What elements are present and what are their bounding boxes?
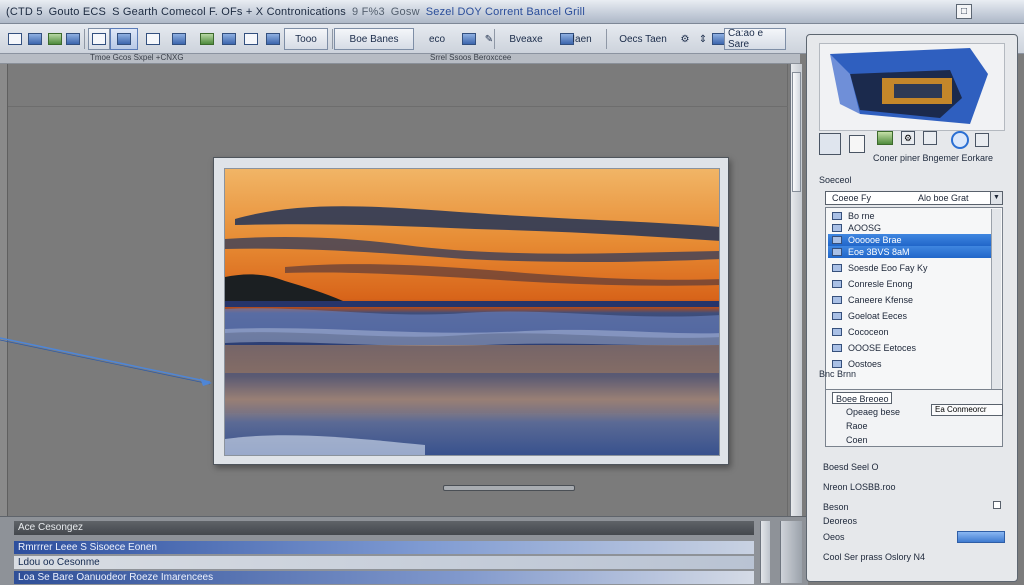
meta-label: Nreon LOSBB.roo	[823, 482, 896, 492]
toolbar-button[interactable]: Boe Banes	[334, 28, 414, 50]
panel-circle-icon[interactable]	[951, 131, 969, 149]
mask-tool-icon[interactable]	[262, 28, 284, 50]
list-item[interactable]: AOOSG	[828, 222, 992, 234]
history-row[interactable]: Loa Se Bare Oanuodeor Roeze Imarencees	[14, 571, 754, 584]
preset-dropdown-right: Alo boe Grat	[918, 193, 969, 203]
option-item[interactable]: Raoe	[846, 420, 868, 432]
history-row[interactable]: Rmrrrer Leee S Sisoece Eonen	[14, 541, 754, 554]
title-segment: S Gearth Comecol F. OFs + X Contronicati…	[112, 5, 346, 18]
toolbar-button[interactable]: eco	[420, 28, 454, 50]
preset-dropdown[interactable]: Coeoe Fy Alo boe Grat ▼	[825, 191, 1003, 205]
list-item[interactable]: Soesde Eoo Fay Ky	[828, 262, 992, 274]
restore-window-button[interactable]: □	[956, 4, 972, 19]
pointer-arrow	[0, 337, 212, 386]
list-item[interactable]: Bo rne	[828, 210, 992, 222]
panel-image-icon[interactable]	[877, 131, 893, 145]
history-row[interactable]: Ldou oo Cesonme	[14, 556, 754, 569]
preset-dropdown-value: Coeoe Fy	[832, 193, 872, 203]
meta-label: Deoreos	[823, 516, 858, 526]
strip-label: Tmoe Gcos Sxpel +CNXG	[90, 53, 184, 62]
toolbar-button[interactable]: Ca:ao e Sare	[724, 28, 786, 50]
history-panel: Ace Cesongez Rmrrrer Leee S Sisoece Eone…	[0, 516, 808, 585]
grid-tool-icon[interactable]	[4, 28, 26, 50]
footer-label: Oeos	[823, 532, 845, 542]
value-input[interactable]: Ea Conmeorcr	[931, 404, 1003, 416]
title-segment: Sezel DOY Corrent Bancel Grill	[425, 5, 585, 18]
toolbar-button[interactable]: Bveaxe	[498, 28, 554, 50]
list-item[interactable]: Caneere Kfense	[828, 294, 992, 306]
title-bar: (CTD 5 Gouto ECS S Gearth Comecol F. OFs…	[0, 0, 1024, 24]
option-item[interactable]: Opeaeg bese	[846, 406, 900, 418]
title-segment: Gosw	[390, 5, 420, 18]
list-item[interactable]: Oooooe Brae	[828, 234, 992, 246]
footer-text: Cool Ser prass Oslory N4	[823, 552, 926, 562]
panel-splitter[interactable]	[780, 521, 802, 583]
option-item[interactable]: Coen	[846, 434, 868, 446]
zoom-slider[interactable]	[443, 485, 575, 491]
lasso-tool-icon[interactable]	[142, 28, 164, 50]
panel-settings-icon[interactable]: ⚙	[901, 131, 915, 145]
paint-tool-icon[interactable]	[458, 28, 480, 50]
meta-label: Beson	[823, 502, 849, 512]
canvas-vertical-scrollbar[interactable]	[790, 64, 802, 516]
frame-tool-icon[interactable]	[88, 28, 110, 50]
list-scrollbar[interactable]	[991, 209, 1001, 401]
strip-label: Srrel Ssoos Beroxccee	[430, 53, 512, 62]
toolbar-button[interactable]: Tooo	[284, 28, 328, 50]
title-segment: (CTD 5	[6, 5, 43, 18]
picture-tool-icon[interactable]	[168, 28, 190, 50]
list-item[interactable]: Conresle Enong	[828, 278, 992, 290]
list-item[interactable]: Goeloat Eeces	[828, 310, 992, 322]
crop-tool-icon[interactable]	[24, 28, 46, 50]
sunset-photo[interactable]	[224, 168, 720, 456]
select-tool-icon[interactable]	[110, 28, 138, 50]
image-tool-icon[interactable]	[62, 28, 84, 50]
meta-label: Boesd Seel O	[823, 462, 879, 472]
section-title: Soeceol	[819, 175, 852, 185]
navigator-preview[interactable]	[819, 43, 1005, 131]
canvas-guide	[8, 106, 788, 107]
photo-editor-window: (CTD 5 Gouto ECS S Gearth Comecol F. OFs…	[0, 0, 1024, 585]
list-item[interactable]: OOOSE Eetoces	[828, 342, 992, 354]
histogram-tool-icon[interactable]	[240, 28, 262, 50]
left-ruler	[0, 64, 8, 516]
image-frame[interactable]	[213, 157, 729, 465]
brush-tool-icon[interactable]: ✎	[478, 28, 500, 50]
panel-monitor-icon[interactable]	[819, 133, 841, 155]
option-checkbox[interactable]	[993, 501, 1001, 509]
title-segment: 9 F%3	[352, 5, 385, 18]
scrollbar-thumb[interactable]	[792, 72, 801, 192]
history-scrollbar[interactable]	[760, 521, 770, 583]
list-item[interactable]: Eoe 3BVS 8aM	[828, 246, 992, 258]
history-header: Ace Cesongez	[14, 521, 754, 535]
levels-tool-icon[interactable]	[196, 28, 218, 50]
apply-button[interactable]	[957, 531, 1005, 543]
title-segment: Gouto ECS	[48, 5, 107, 18]
list-item[interactable]: Cococeon	[828, 326, 992, 338]
curves-tool-icon[interactable]	[218, 28, 240, 50]
options-dropdown[interactable]: Boee Breoeo	[832, 392, 892, 404]
options-strip: Tmoe Gcos Sxpel +CNXG Srrel Ssoos Beroxc…	[0, 53, 800, 64]
panel-layers-icon[interactable]	[923, 131, 937, 145]
lower-section-title: Bnc Brnn	[819, 369, 857, 379]
panel-icon-caption: Coner piner Bngemer Eorkare	[873, 153, 994, 163]
properties-panel: ⚙ Coner piner Bngemer Eorkare Soeceol Co…	[806, 34, 1018, 582]
panel-export-icon[interactable]	[975, 133, 989, 147]
toolbar-button[interactable]: Iaen	[568, 28, 596, 50]
panel-document-icon[interactable]	[849, 135, 865, 153]
options-list: Boee Breoeo Opeaeg bese Raoe Coen	[825, 389, 1003, 447]
chevron-down-icon[interactable]: ▼	[990, 192, 1002, 204]
toolbar-button[interactable]: Oecs Taen	[614, 28, 672, 50]
